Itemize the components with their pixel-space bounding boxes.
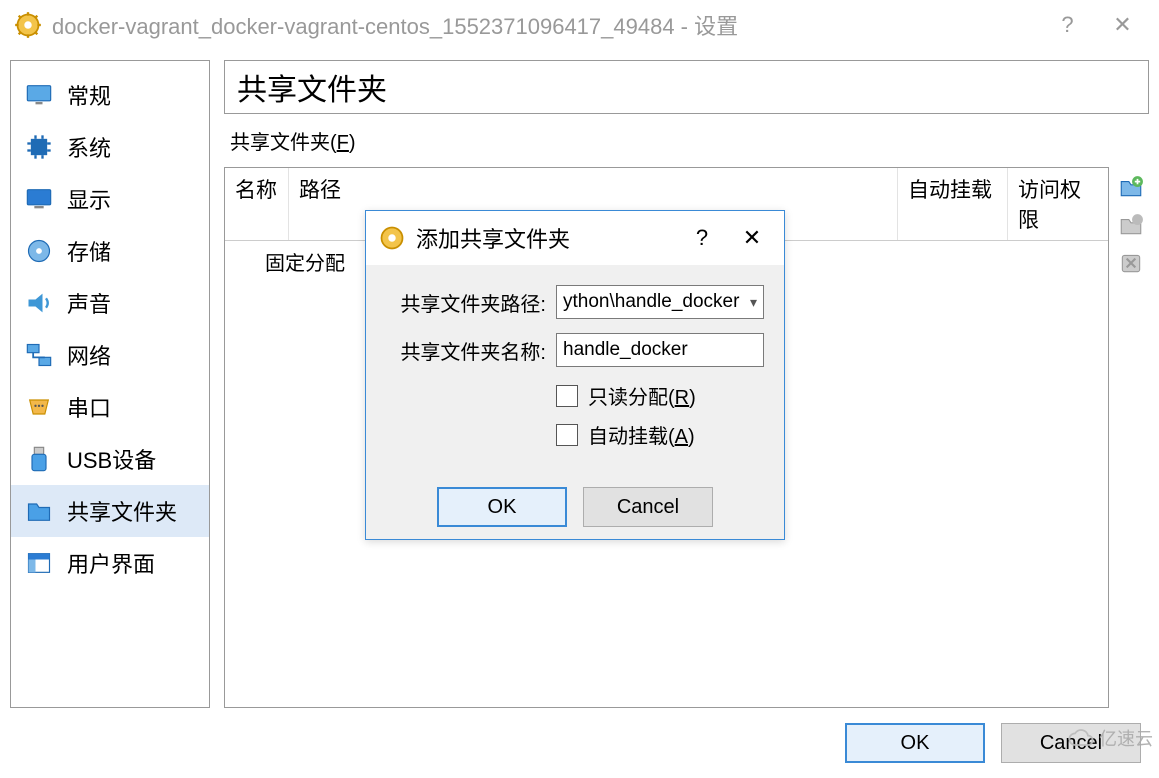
close-button[interactable]: ✕ [1100, 12, 1145, 38]
sidebar-item-label: 网络 [67, 339, 111, 371]
sidebar-item-label: 常规 [67, 79, 111, 111]
monitor-icon [23, 79, 55, 111]
add-share-dialog: 添加共享文件夹 ? ✕ 共享文件夹路径: ython\handle_docker… [365, 210, 785, 540]
modal-help-button[interactable]: ? [682, 225, 722, 251]
gear-icon [14, 11, 42, 39]
ok-button[interactable]: OK [845, 723, 985, 763]
readonly-label: 只读分配(R) [588, 381, 696, 410]
sidebar-item-system[interactable]: 系统 [11, 121, 209, 173]
sidebar-item-label: 共享文件夹 [67, 495, 177, 527]
modal-ok-button[interactable]: OK [437, 487, 567, 527]
panel-title: 共享文件夹 [224, 60, 1149, 114]
sidebar-item-label: 存储 [67, 235, 111, 267]
settings-sidebar: 常规 系统 显示 存储 声音 网络 串口 USB设备 [10, 60, 210, 708]
chevron-down-icon: ▾ [750, 294, 757, 311]
col-name[interactable]: 名称 [225, 168, 289, 240]
sidebar-item-label: 显示 [67, 183, 111, 215]
folder-icon [23, 495, 55, 527]
col-automount[interactable]: 自动挂载 [898, 168, 1008, 240]
sidebar-item-label: 声音 [67, 287, 111, 319]
window-titlebar: docker-vagrant_docker-vagrant-centos_155… [0, 0, 1159, 50]
sidebar-item-shared-folders[interactable]: 共享文件夹 [11, 485, 209, 537]
automount-checkbox[interactable] [556, 424, 578, 446]
serial-icon [23, 391, 55, 423]
name-input[interactable]: handle_docker [556, 333, 764, 367]
automount-checkbox-row[interactable]: 自动挂载(A) [556, 420, 764, 449]
modal-titlebar: 添加共享文件夹 ? ✕ [366, 211, 784, 265]
sidebar-item-label: 系统 [67, 131, 111, 163]
sidebar-item-usb[interactable]: USB设备 [11, 433, 209, 485]
sidebar-item-general[interactable]: 常规 [11, 69, 209, 121]
sidebar-item-audio[interactable]: 声音 [11, 277, 209, 329]
sidebar-item-display[interactable]: 显示 [11, 173, 209, 225]
col-access[interactable]: 访问权限 [1008, 168, 1108, 240]
path-label: 共享文件夹路径: [386, 288, 546, 317]
sidebar-item-serial[interactable]: 串口 [11, 381, 209, 433]
sidebar-item-ui[interactable]: 用户界面 [11, 537, 209, 589]
modal-cancel-button[interactable]: Cancel [583, 487, 713, 527]
path-dropdown[interactable]: ython\handle_docker ▾ [556, 285, 764, 319]
watermark: 亿速云 [1067, 724, 1153, 752]
sidebar-item-network[interactable]: 网络 [11, 329, 209, 381]
folders-list-label: 共享文件夹(F) [224, 126, 1149, 155]
sidebar-item-label: 串口 [67, 391, 111, 423]
disk-icon [23, 235, 55, 267]
sidebar-item-label: 用户界面 [67, 547, 155, 579]
chip-icon [23, 131, 55, 163]
speaker-icon [23, 287, 55, 319]
readonly-checkbox[interactable] [556, 385, 578, 407]
sidebar-item-storage[interactable]: 存储 [11, 225, 209, 277]
modal-close-button[interactable]: ✕ [732, 225, 772, 251]
help-button[interactable]: ? [1045, 12, 1090, 38]
gear-icon [378, 224, 406, 252]
dialog-footer: OK Cancel [0, 708, 1159, 778]
remove-folder-button[interactable] [1115, 247, 1147, 279]
edit-folder-button[interactable] [1115, 209, 1147, 241]
network-icon [23, 339, 55, 371]
layout-icon [23, 547, 55, 579]
sidebar-item-label: USB设备 [67, 443, 156, 475]
readonly-checkbox-row[interactable]: 只读分配(R) [556, 381, 764, 410]
folders-toolbar [1113, 167, 1149, 708]
add-folder-button[interactable] [1115, 171, 1147, 203]
display-icon [23, 183, 55, 215]
name-label: 共享文件夹名称: [386, 336, 546, 365]
modal-title: 添加共享文件夹 [416, 222, 672, 254]
window-title: docker-vagrant_docker-vagrant-centos_155… [52, 9, 1035, 41]
usb-icon [23, 443, 55, 475]
automount-label: 自动挂载(A) [588, 420, 695, 449]
